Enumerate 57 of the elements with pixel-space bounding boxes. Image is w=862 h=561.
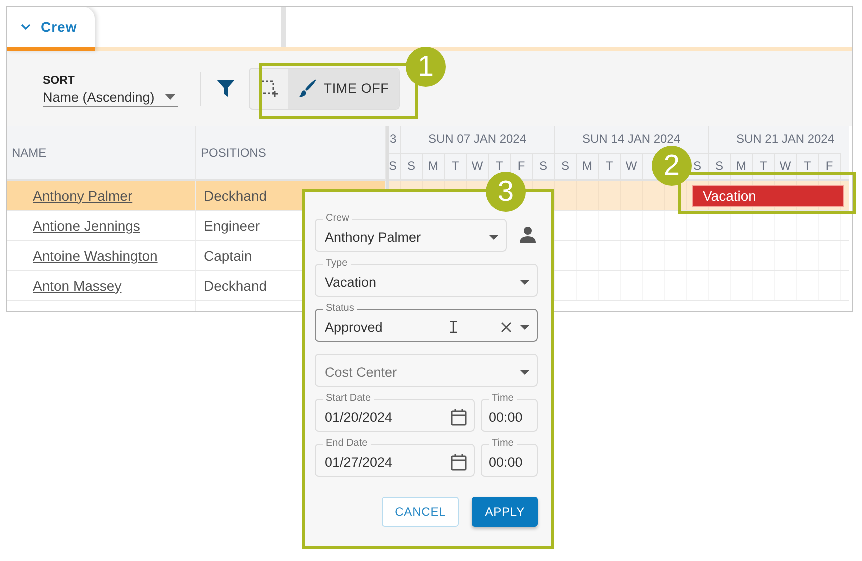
dropdown-field[interactable]: Crew Anthony Palmer bbox=[315, 213, 507, 252]
person-icon[interactable] bbox=[519, 226, 537, 244]
dropdown-field[interactable]: Type Vacation bbox=[315, 258, 538, 297]
crew-name-link[interactable]: Anton Massey bbox=[33, 278, 122, 294]
day-header: W bbox=[467, 152, 489, 179]
crew-tab[interactable]: Crew bbox=[7, 7, 95, 51]
day-header: F bbox=[819, 152, 841, 179]
position-text: Engineer bbox=[204, 218, 260, 234]
text-cursor-icon bbox=[450, 321, 457, 333]
filter-icon[interactable] bbox=[216, 80, 235, 98]
day-header: W bbox=[775, 152, 797, 179]
chevron-down-icon bbox=[21, 24, 31, 30]
time-field[interactable]: Time 00:00 bbox=[481, 393, 538, 432]
position-text: Deckhand bbox=[204, 278, 268, 294]
day-header: S bbox=[709, 152, 731, 179]
date-field[interactable]: End Date 01/27/2024 bbox=[315, 438, 475, 477]
caret-icon bbox=[489, 234, 499, 240]
dropdown-field[interactable]: Cost Center bbox=[315, 348, 538, 387]
column-header: POSITIONS bbox=[196, 126, 386, 181]
week-header: SUN 21 JAN 2024 bbox=[709, 126, 852, 152]
paintbrush-icon bbox=[298, 78, 318, 98]
cancel-button[interactable]: CANCEL bbox=[382, 497, 460, 527]
week-header: 3 bbox=[389, 126, 401, 152]
week-header: SUN 07 JAN 2024 bbox=[401, 126, 555, 152]
crew-name-link[interactable]: Antione Jennings bbox=[33, 218, 140, 234]
day-header: M bbox=[577, 152, 599, 179]
caret-icon bbox=[520, 370, 530, 374]
time-off-bar[interactable]: Vacation bbox=[692, 185, 844, 207]
calendar-icon[interactable] bbox=[451, 454, 467, 470]
sort-label: SORT bbox=[43, 74, 76, 86]
day-header: S bbox=[401, 152, 423, 179]
position-text: Deckhand bbox=[204, 188, 268, 204]
sort-dropdown[interactable]: Name (Ascending) bbox=[43, 90, 178, 106]
caret-icon bbox=[164, 94, 176, 100]
day-header: T bbox=[599, 152, 621, 179]
date-field[interactable]: Start Date 01/20/2024 bbox=[315, 393, 475, 432]
time-off-button[interactable]: TIME OFF bbox=[288, 68, 400, 108]
day-header: W bbox=[621, 152, 643, 179]
column-header: NAME bbox=[7, 126, 196, 181]
time-field[interactable]: Time 00:00 bbox=[481, 438, 538, 477]
day-header: T bbox=[753, 152, 775, 179]
day-header: M bbox=[423, 152, 445, 179]
caret-icon bbox=[520, 324, 530, 330]
day-header: S bbox=[555, 152, 577, 179]
day-header: M bbox=[731, 152, 753, 179]
day-header: S bbox=[533, 152, 555, 179]
position-text: Captain bbox=[204, 248, 252, 264]
caret-icon bbox=[520, 280, 530, 284]
apply-button[interactable]: APPLY bbox=[472, 497, 538, 527]
crew-name-link[interactable]: Antoine Washington bbox=[33, 248, 158, 264]
day-header: T bbox=[797, 152, 819, 179]
day-header: S bbox=[389, 152, 401, 179]
clear-icon[interactable] bbox=[501, 322, 512, 332]
calendar-icon[interactable] bbox=[451, 408, 467, 426]
day-header: T bbox=[445, 152, 467, 179]
dashed-selection-icon bbox=[260, 80, 278, 98]
dropdown-field[interactable]: Status Approved bbox=[315, 303, 538, 342]
